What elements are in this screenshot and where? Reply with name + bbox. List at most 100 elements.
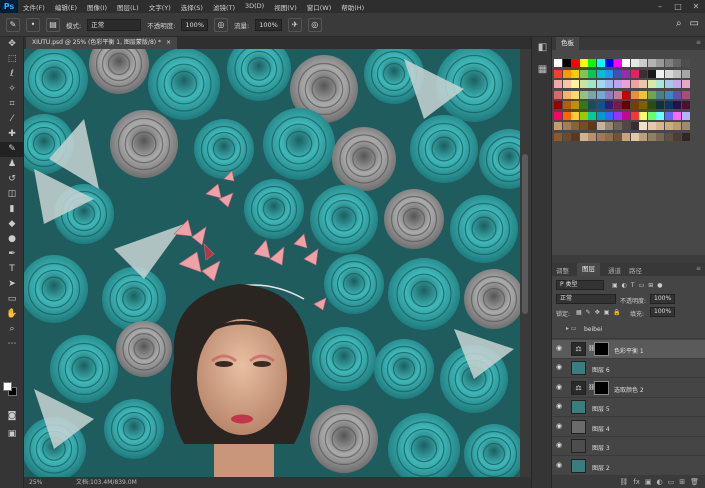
color-swatch[interactable]	[605, 90, 613, 99]
color-swatch[interactable]	[664, 122, 673, 130]
layer-row[interactable]: ▸ ▭ beibei	[552, 320, 705, 339]
color-swatch[interactable]	[622, 80, 630, 88]
color-swatch[interactable]	[639, 132, 647, 141]
color-swatch[interactable]	[596, 90, 605, 99]
more-tools-icon[interactable]: ⋯	[0, 337, 24, 352]
color-swatch[interactable]	[613, 111, 622, 120]
color-swatch[interactable]	[554, 101, 562, 109]
fill-input[interactable]: 100%	[650, 307, 676, 317]
color-swatch[interactable]	[571, 111, 579, 120]
type-tool-icon[interactable]: T	[0, 262, 24, 277]
link-layers-icon[interactable]: ⛓	[619, 478, 628, 486]
visibility-eye-icon[interactable]: ◉	[556, 422, 565, 430]
brush-tool-icon[interactable]: ✎	[0, 142, 24, 157]
crop-tool-icon[interactable]: ⌗	[0, 97, 24, 112]
menu-item[interactable]: 图像(I)	[82, 2, 112, 12]
color-swatch[interactable]	[605, 111, 613, 120]
color-swatch[interactable]	[673, 90, 681, 99]
menu-item[interactable]: 帮助(H)	[336, 2, 369, 12]
color-swatch[interactable]	[596, 101, 605, 109]
layer-row[interactable]: ◉ ⚖ ⛓ 色彩平衡 1	[552, 339, 705, 359]
color-swatch[interactable]	[639, 59, 647, 67]
pressure-opacity-icon[interactable]: ◎	[214, 17, 228, 32]
eyedropper-tool-icon[interactable]: ⁄	[0, 112, 24, 127]
color-swatch[interactable]	[579, 80, 588, 88]
layer-thumbnail[interactable]	[571, 458, 586, 473]
color-swatch[interactable]	[681, 69, 690, 78]
adjustment-layer-icon[interactable]: ◐	[657, 478, 663, 486]
brush-panel-icon[interactable]: ▤	[46, 17, 60, 32]
gradient-tool-icon[interactable]: ▮	[0, 202, 24, 217]
color-swatch[interactable]	[596, 59, 605, 67]
document-canvas[interactable]	[24, 49, 520, 477]
workspace-icon[interactable]: ▭	[690, 18, 699, 29]
color-swatch[interactable]	[562, 59, 571, 67]
menu-item[interactable]: 文件(F)	[18, 2, 50, 12]
color-swatch[interactable]	[630, 132, 639, 141]
pressure-size-icon[interactable]: ◎	[307, 17, 322, 32]
color-swatch[interactable]	[554, 111, 562, 120]
menu-item[interactable]: 视图(V)	[269, 2, 302, 12]
brush-preset-icon[interactable]: ✎	[6, 17, 20, 32]
color-swatch[interactable]	[613, 90, 622, 99]
blend-mode-select[interactable]: 正常	[556, 294, 616, 304]
visibility-eye-icon[interactable]: ◉	[556, 461, 565, 469]
filter-icons[interactable]: ▣◐T▭⊞●	[612, 282, 667, 289]
color-swatch[interactable]	[681, 111, 690, 120]
color-swatch[interactable]	[664, 69, 673, 78]
color-swatch[interactable]	[622, 90, 630, 99]
color-swatch[interactable]	[596, 80, 605, 88]
menu-item[interactable]: 编辑(E)	[50, 2, 82, 12]
color-swatch[interactable]	[588, 132, 596, 141]
color-swatch[interactable]	[562, 101, 571, 109]
trash-icon[interactable]: 🗑	[690, 478, 699, 486]
minimize-button[interactable]: –	[651, 0, 669, 13]
color-swatch[interactable]	[622, 111, 630, 120]
tab-channels[interactable]: 通道	[608, 265, 621, 275]
color-swatch[interactable]	[656, 132, 664, 141]
layer-row[interactable]: ◉ 图层 2	[552, 457, 705, 476]
scrollbar-thumb[interactable]	[522, 154, 528, 314]
color-swatch[interactable]	[639, 80, 647, 88]
color-swatch[interactable]	[622, 69, 630, 78]
color-swatch[interactable]	[588, 69, 596, 78]
marquee-tool-icon[interactable]: ⬚	[0, 52, 24, 67]
color-swatch[interactable]	[647, 132, 656, 141]
color-swatch[interactable]	[656, 101, 664, 109]
layer-thumbnail[interactable]	[571, 419, 586, 434]
brush-size-icon[interactable]: •	[26, 17, 40, 32]
color-swatch[interactable]	[664, 132, 673, 141]
lock-icons[interactable]: ▦✎✥▣🔒	[576, 309, 625, 316]
color-swatch[interactable]	[673, 59, 681, 67]
healing-tool-icon[interactable]: ✚	[0, 127, 24, 142]
color-swatch[interactable]	[622, 101, 630, 109]
color-swatch[interactable]	[622, 132, 630, 141]
color-swatch[interactable]	[656, 111, 664, 120]
tab-swatches[interactable]: 色板	[556, 37, 579, 50]
layer-thumbnail[interactable]	[571, 400, 586, 414]
color-swatch[interactable]	[673, 132, 681, 141]
color-swatch[interactable]	[681, 132, 690, 141]
visibility-eye-icon[interactable]: ◉	[556, 363, 565, 371]
color-swatch[interactable]	[613, 80, 622, 88]
color-swatch[interactable]	[656, 80, 664, 88]
color-swatch[interactable]	[681, 90, 690, 99]
menu-item[interactable]: 3D(D)	[240, 2, 269, 12]
eraser-tool-icon[interactable]: ◫	[0, 187, 24, 202]
menu-item[interactable]: 窗口(W)	[302, 2, 337, 12]
search-icon[interactable]: ⌕	[676, 18, 682, 29]
color-swatch[interactable]	[579, 122, 588, 130]
color-swatch[interactable]	[579, 132, 588, 141]
blur-tool-icon[interactable]: ◆	[0, 217, 24, 232]
move-tool-icon[interactable]: ✥	[0, 37, 24, 52]
menu-item[interactable]: 选择(S)	[176, 2, 208, 12]
color-swatch[interactable]	[571, 122, 579, 130]
color-swatch[interactable]	[656, 122, 664, 130]
swatches-panel-icon[interactable]: ▦	[532, 59, 553, 81]
new-group-icon[interactable]: ▭	[668, 478, 675, 486]
flow-input[interactable]: 100%	[255, 18, 282, 31]
color-swatch[interactable]	[647, 80, 656, 88]
zoom-level[interactable]: 25%	[29, 477, 42, 488]
color-swatch[interactable]	[630, 80, 639, 88]
visibility-eye-icon[interactable]: ◉	[556, 344, 565, 352]
